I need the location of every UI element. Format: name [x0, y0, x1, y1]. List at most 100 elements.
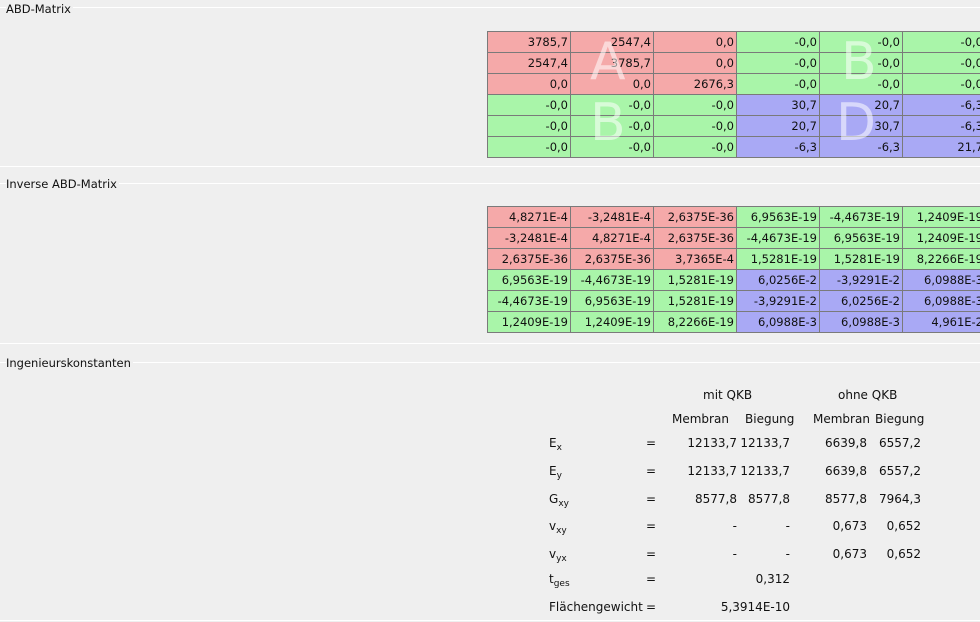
subheader-mit-biegung: Biegung [745, 412, 795, 426]
abd-matrix-cell: -0,0 [571, 95, 653, 115]
t-ges-equals: = [646, 572, 657, 586]
constant-symbol: Ey [549, 464, 562, 481]
abd-matrix-title: ABD-Matrix [6, 2, 73, 16]
value-ohne-biegung: 0,652 [886, 547, 921, 561]
value-ohne-membran: 0,673 [832, 547, 867, 561]
abd-matrix-cell: -0,0 [903, 53, 980, 73]
subheader-ohne-membran: Membran [813, 412, 870, 426]
abd-matrix-cell: 2547,4 [488, 53, 570, 73]
abd-matrix-cell: -6,3 [903, 95, 980, 115]
constant-symbol: Gxy [549, 492, 569, 509]
inverse-matrix-cell: 6,0988E-3 [903, 291, 980, 311]
subheader-mit-membran: Membran [672, 412, 729, 426]
inverse-matrix-cell: 1,2409E-19 [571, 312, 653, 332]
constant-equals: = [646, 464, 657, 478]
abd-matrix-cell: 2676,3 [654, 74, 736, 94]
abd-matrix-cell: 0,0 [571, 74, 653, 94]
abd-matrix-cell: -0,0 [654, 95, 736, 115]
abd-matrix-cell: 0,0 [654, 53, 736, 73]
inverse-matrix-cell: 6,0256E-2 [820, 291, 902, 311]
value-ohne-membran: 6639,8 [825, 436, 867, 450]
abd-matrix-cell: -0,0 [571, 137, 653, 157]
abd-matrix-cell: -0,0 [820, 32, 902, 52]
group-border [0, 362, 980, 363]
abd-matrix-cell: -0,0 [488, 95, 570, 115]
inverse-matrix-cell: 6,0256E-2 [737, 270, 819, 290]
inverse-matrix-cell: 2,6375E-36 [488, 249, 570, 269]
value-ohne-biegung: 0,652 [886, 519, 921, 533]
value-ohne-biegung: 6557,2 [879, 436, 921, 450]
inverse-abd-matrix-group: Inverse ABD-Matrix 4,8271E-4 -3,2481E-4 2,… [0, 177, 980, 337]
inverse-matrix-cell: 4,8271E-4 [488, 207, 570, 227]
inverse-matrix-cell: 3,7365E-4 [654, 249, 736, 269]
inverse-matrix-cell: 2,6375E-36 [654, 228, 736, 248]
abd-matrix-cell: 20,7 [820, 95, 902, 115]
inverse-matrix-cell: -3,2481E-4 [571, 207, 653, 227]
abd-matrix-cell: -6,3 [820, 137, 902, 157]
value-mit-biegung: 8577,8 [748, 492, 790, 506]
inverse-matrix-cell: 1,2409E-19 [903, 207, 980, 227]
abd-matrix-cell: 2547,4 [571, 32, 653, 52]
value-ohne-membran: 8577,8 [825, 492, 867, 506]
inverse-matrix-cell: 6,0988E-3 [903, 270, 980, 290]
abd-matrix-cell: 3785,7 [571, 53, 653, 73]
inverse-matrix-cell: 2,6375E-36 [571, 249, 653, 269]
section-divider [0, 166, 980, 167]
abd-matrix-cell: -0,0 [903, 74, 980, 94]
flaechengewicht-equals: = [646, 600, 657, 614]
abd-matrix-cell: -0,0 [820, 74, 902, 94]
section-divider [0, 343, 980, 344]
abd-matrix-group: ABD-Matrix 3785,7 2547,4 0,0 -0,0 -0,0 -0,0 25… [0, 2, 980, 162]
group-border [0, 7, 980, 8]
abd-matrix-cell: -0,0 [654, 116, 736, 136]
abd-matrix-cell: 3785,7 [488, 32, 570, 52]
abd-matrix-cell: 30,7 [737, 95, 819, 115]
header-mit-qkb: mit QKB [703, 388, 753, 402]
section-divider [0, 620, 980, 621]
inverse-matrix-cell: -3,9291E-2 [737, 291, 819, 311]
value-mit-membran: - [732, 519, 737, 533]
constant-equals: = [646, 519, 657, 533]
value-mit-membran: - [732, 547, 737, 561]
abd-matrix-cell: 30,7 [820, 116, 902, 136]
constant-equals: = [646, 436, 657, 450]
t-ges-value: 0,312 [755, 572, 790, 586]
flaechengewicht-label: Flächengewicht [549, 600, 643, 614]
inverse-matrix-cell: -3,9291E-2 [820, 270, 902, 290]
inverse-matrix-cell: -4,4673E-19 [820, 207, 902, 227]
constant-symbol: vyx [549, 547, 567, 564]
flaechengewicht-value: 5,3914E-10 [720, 600, 790, 614]
abd-matrix-cell: 0,0 [488, 74, 570, 94]
abd-matrix-cell: 21,7 [903, 137, 980, 157]
value-ohne-membran: 0,673 [832, 519, 867, 533]
abd-matrix-cell: -0,0 [820, 53, 902, 73]
inverse-matrix-cell: 6,9563E-19 [571, 291, 653, 311]
engineering-constants-group: Ingenieurskonstanten mit QKB ohne QKB Me… [0, 356, 980, 622]
inverse-matrix-cell: 6,9563E-19 [820, 228, 902, 248]
header-ohne-qkb: ohne QKB [838, 388, 898, 402]
inverse-matrix-cell: -4,4673E-19 [571, 270, 653, 290]
inverse-matrix-cell: 2,6375E-36 [654, 207, 736, 227]
inverse-matrix-cell: 6,9563E-19 [737, 207, 819, 227]
inverse-matrix-cell: 1,5281E-19 [654, 270, 736, 290]
value-mit-membran: 12133,7 [687, 464, 737, 478]
inverse-matrix-cell: -4,4673E-19 [488, 291, 570, 311]
value-mit-membran: 12133,7 [687, 436, 737, 450]
constant-symbol: vxy [549, 519, 567, 536]
value-mit-biegung: - [785, 519, 790, 533]
t-ges-symbol: tges [549, 572, 570, 589]
constant-equals: = [646, 547, 657, 561]
abd-matrix-cell: -0,0 [903, 32, 980, 52]
inverse-abd-matrix-table: 4,8271E-4 -3,2481E-4 2,6375E-36 6,9563E-19-… [487, 206, 980, 333]
value-mit-membran: 8577,8 [695, 492, 737, 506]
value-ohne-membran: 6639,8 [825, 464, 867, 478]
abd-matrix-cell: 20,7 [737, 116, 819, 136]
inverse-matrix-cell: 6,9563E-19 [488, 270, 570, 290]
abd-matrix-cell: -0,0 [737, 53, 819, 73]
inverse-matrix-cell: 1,5281E-19 [820, 249, 902, 269]
inverse-matrix-cell: 4,961E-2 [903, 312, 980, 332]
inverse-matrix-cell: 8,2266E-19 [654, 312, 736, 332]
inverse-matrix-cell: 6,0988E-3 [737, 312, 819, 332]
inverse-matrix-cell: 1,2409E-19 [903, 228, 980, 248]
inverse-matrix-cell: 1,2409E-19 [488, 312, 570, 332]
